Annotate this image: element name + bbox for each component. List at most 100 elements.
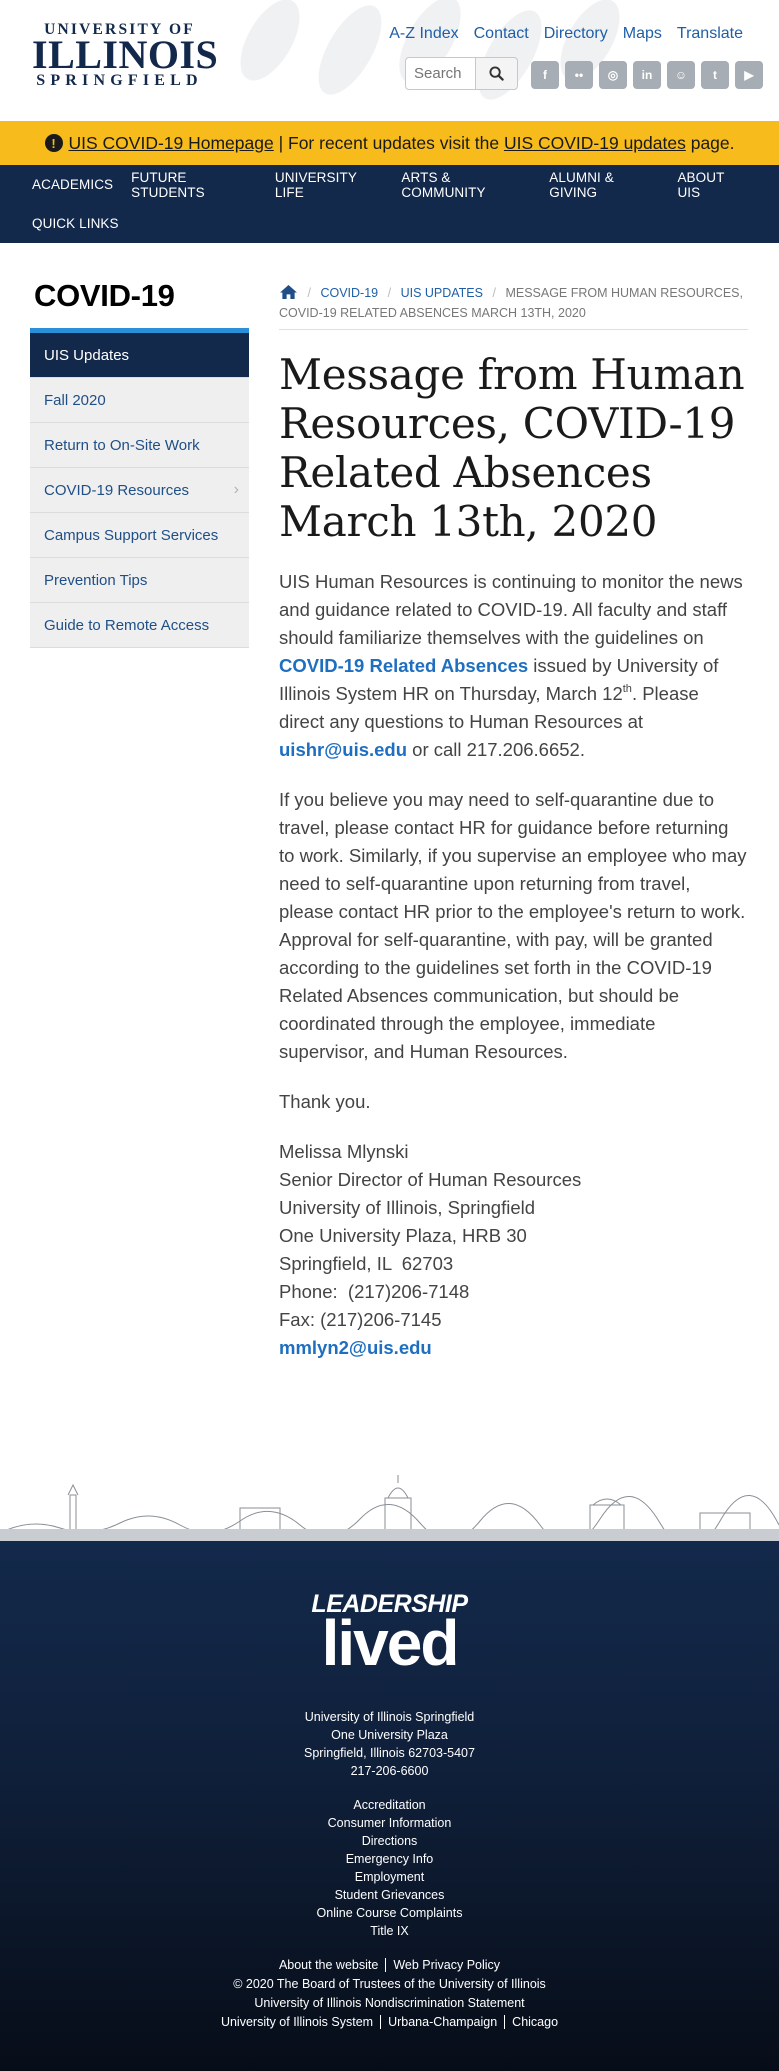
snapchat-icon[interactable]: ☺ bbox=[667, 61, 695, 89]
brand-bottom-text: lived bbox=[321, 1607, 460, 1679]
footer-link-chicago[interactable]: Chicago bbox=[504, 2015, 559, 2029]
directory-link[interactable]: Directory bbox=[544, 25, 608, 43]
search-button[interactable] bbox=[475, 57, 518, 90]
footer-address: University of Illinois Springfield One U… bbox=[0, 1708, 779, 1780]
covid-homepage-link[interactable]: UIS COVID-19 Homepage bbox=[69, 133, 274, 154]
footer-legal: About the website Web Privacy Policy © 20… bbox=[0, 1956, 779, 2032]
paragraph-text: UIS Human Resources is continuing to mon… bbox=[279, 571, 743, 648]
sidebar: COVID-19 UIS Updates Fall 2020 Return to… bbox=[30, 278, 249, 648]
covid-related-absences-link[interactable]: COVID-19 Related Absences bbox=[279, 655, 528, 676]
signature-address: One University Plaza, HRB 30 bbox=[279, 1225, 527, 1246]
chevron-right-icon[interactable]: › bbox=[234, 481, 239, 499]
footer-link-urbana-champaign[interactable]: Urbana-Champaign bbox=[380, 2015, 498, 2029]
nav-alumni-giving[interactable]: Alumni & Giving bbox=[549, 170, 659, 200]
footer-system-row: University of Illinois System Urbana-Cham… bbox=[0, 2013, 779, 2032]
signature-block: Melissa Mlynski Senior Director of Human… bbox=[279, 1138, 748, 1362]
facebook-icon[interactable]: f bbox=[531, 61, 559, 89]
footer-link-nondiscrimination[interactable]: University of Illinois Nondiscrimination… bbox=[0, 1994, 779, 2013]
signature-name: Melissa Mlynski bbox=[279, 1141, 409, 1162]
footer-link-title-ix[interactable]: Title IX bbox=[0, 1922, 779, 1940]
footer-copyright: © 2020 The Board of Trustees of the Univ… bbox=[233, 1977, 546, 1991]
page-title: Message from Human Resources, COVID-19 R… bbox=[279, 350, 745, 546]
footer-phone: 217-206-6600 bbox=[350, 1764, 429, 1778]
leadership-lived-logo: LEADERSHIP lived bbox=[310, 1591, 470, 1679]
footer-link-consumer-information[interactable]: Consumer Information bbox=[0, 1814, 779, 1832]
signature-email-link[interactable]: mmlyn2@uis.edu bbox=[279, 1337, 432, 1358]
paragraph-3: Thank you. bbox=[279, 1091, 371, 1112]
paragraph-text: or call 217.206.6652. bbox=[407, 739, 585, 760]
search-icon bbox=[489, 66, 504, 81]
footer-link-directions[interactable]: Directions bbox=[0, 1832, 779, 1850]
paragraph-2: If you believe you may need to self-quar… bbox=[279, 789, 747, 1062]
nav-academics[interactable]: Academics bbox=[32, 177, 113, 192]
signature-title: Senior Director of Human Resources bbox=[279, 1169, 582, 1190]
social-links: f •• ◎ in ☺ t ▶ bbox=[531, 61, 763, 89]
footer-link-student-grievances[interactable]: Student Grievances bbox=[0, 1886, 779, 1904]
hr-email-link[interactable]: uishr@uis.edu bbox=[279, 739, 407, 760]
sidebar-item-covid-resources[interactable]: COVID-19 Resources › bbox=[30, 468, 249, 513]
sidebar-item-fall-2020[interactable]: Fall 2020 bbox=[30, 378, 249, 423]
covid-updates-link[interactable]: UIS COVID-19 updates bbox=[504, 133, 686, 154]
instagram-icon[interactable]: ◎ bbox=[599, 61, 627, 89]
footer-link-employment[interactable]: Employment bbox=[0, 1868, 779, 1886]
footer-legal-row: About the website Web Privacy Policy bbox=[0, 1956, 779, 1975]
linkedin-icon[interactable]: in bbox=[633, 61, 661, 89]
sidebar-menu: UIS Updates Fall 2020 Return to On-Site … bbox=[30, 328, 249, 648]
main-navigation: Academics Future Students University Lif… bbox=[0, 165, 779, 243]
article-body: UIS Human Resources is continuing to mon… bbox=[279, 568, 748, 1362]
sidebar-title: COVID-19 bbox=[34, 278, 175, 313]
footer-link-online-course-complaints[interactable]: Online Course Complaints bbox=[0, 1904, 779, 1922]
sidebar-item-return-to-onsite-work[interactable]: Return to On-Site Work bbox=[30, 423, 249, 468]
search-input[interactable] bbox=[405, 57, 475, 90]
youtube-icon[interactable]: ▶ bbox=[735, 61, 763, 89]
site-header: UNIVERSITY OF ILLINOIS SPRINGFIELD A-Z I… bbox=[0, 0, 779, 121]
alert-end-text: page. bbox=[685, 132, 735, 153]
footer-address-line: One University Plaza bbox=[331, 1728, 448, 1742]
footer-address-line: University of Illinois Springfield bbox=[304, 1710, 475, 1724]
breadcrumb-covid-19[interactable]: COVID-19 bbox=[320, 286, 378, 300]
nav-arts-community[interactable]: Arts & Community bbox=[401, 170, 531, 200]
nav-university-life[interactable]: University Life bbox=[275, 170, 384, 200]
breadcrumb-separator: / bbox=[387, 286, 392, 300]
home-icon[interactable] bbox=[279, 284, 298, 300]
footer-link-emergency-info[interactable]: Emergency Info bbox=[0, 1850, 779, 1868]
utility-links: A-Z Index Contact Directory Maps Transla… bbox=[389, 25, 743, 43]
site-footer: LEADERSHIP lived University of Illinois … bbox=[0, 1541, 779, 2071]
signature-organization: University of Illinois, Springfield bbox=[279, 1197, 536, 1218]
exclamation-circle-icon: ! bbox=[44, 134, 63, 152]
nav-future-students[interactable]: Future Students bbox=[131, 170, 257, 200]
signature-fax: Fax: (217)206-7145 bbox=[279, 1309, 442, 1330]
sidebar-item-uis-updates[interactable]: UIS Updates bbox=[30, 333, 249, 378]
translate-link[interactable]: Translate bbox=[677, 25, 743, 43]
breadcrumb: / COVID-19 / UIS UPDATES / MESSAGE FROM … bbox=[279, 283, 748, 330]
breadcrumb-separator: / bbox=[307, 286, 311, 300]
alert-middle-text: | For recent updates visit the bbox=[273, 132, 504, 153]
signature-city: Springfield, IL 62703 bbox=[279, 1253, 454, 1274]
footer-link-ui-system[interactable]: University of Illinois System bbox=[221, 2015, 373, 2029]
main-content: COVID-19 UIS Updates Fall 2020 Return to… bbox=[0, 243, 779, 1473]
flickr-icon[interactable]: •• bbox=[565, 61, 593, 89]
contact-link[interactable]: Contact bbox=[474, 25, 529, 43]
footer-link-accreditation[interactable]: Accreditation bbox=[0, 1796, 779, 1814]
logo-bottom-line: SPRINGFIELD bbox=[36, 72, 203, 89]
maps-link[interactable]: Maps bbox=[623, 25, 662, 43]
logo-main-line: ILLINOIS bbox=[32, 32, 219, 77]
footer-link-about-website[interactable]: About the website bbox=[279, 1958, 378, 1972]
covid-alert-bar: ! UIS COVID-19 Homepage | For recent upd… bbox=[0, 121, 779, 165]
a-z-index-link[interactable]: A-Z Index bbox=[389, 25, 458, 43]
ordinal-suffix: th bbox=[622, 683, 632, 695]
twitter-icon[interactable]: t bbox=[701, 61, 729, 89]
nav-quick-links[interactable]: Quick Links bbox=[32, 216, 119, 231]
university-logo[interactable]: UNIVERSITY OF ILLINOIS SPRINGFIELD bbox=[32, 22, 219, 90]
footer-link-privacy-policy[interactable]: Web Privacy Policy bbox=[385, 1958, 501, 1972]
sidebar-item-guide-remote-access[interactable]: Guide to Remote Access bbox=[30, 603, 249, 648]
article: / COVID-19 / UIS UPDATES / MESSAGE FROM … bbox=[279, 283, 748, 1362]
skyline-drawing bbox=[0, 1475, 779, 1541]
sidebar-item-label: COVID-19 Resources bbox=[44, 481, 190, 499]
nav-about-uis[interactable]: About UIS bbox=[677, 170, 747, 200]
sidebar-item-campus-support-services[interactable]: Campus Support Services bbox=[30, 513, 249, 558]
breadcrumb-separator: / bbox=[492, 286, 496, 300]
sidebar-item-prevention-tips[interactable]: Prevention Tips bbox=[30, 558, 249, 603]
breadcrumb-uis-updates[interactable]: UIS UPDATES bbox=[401, 286, 483, 300]
campus-skyline-illustration bbox=[0, 1473, 779, 1541]
